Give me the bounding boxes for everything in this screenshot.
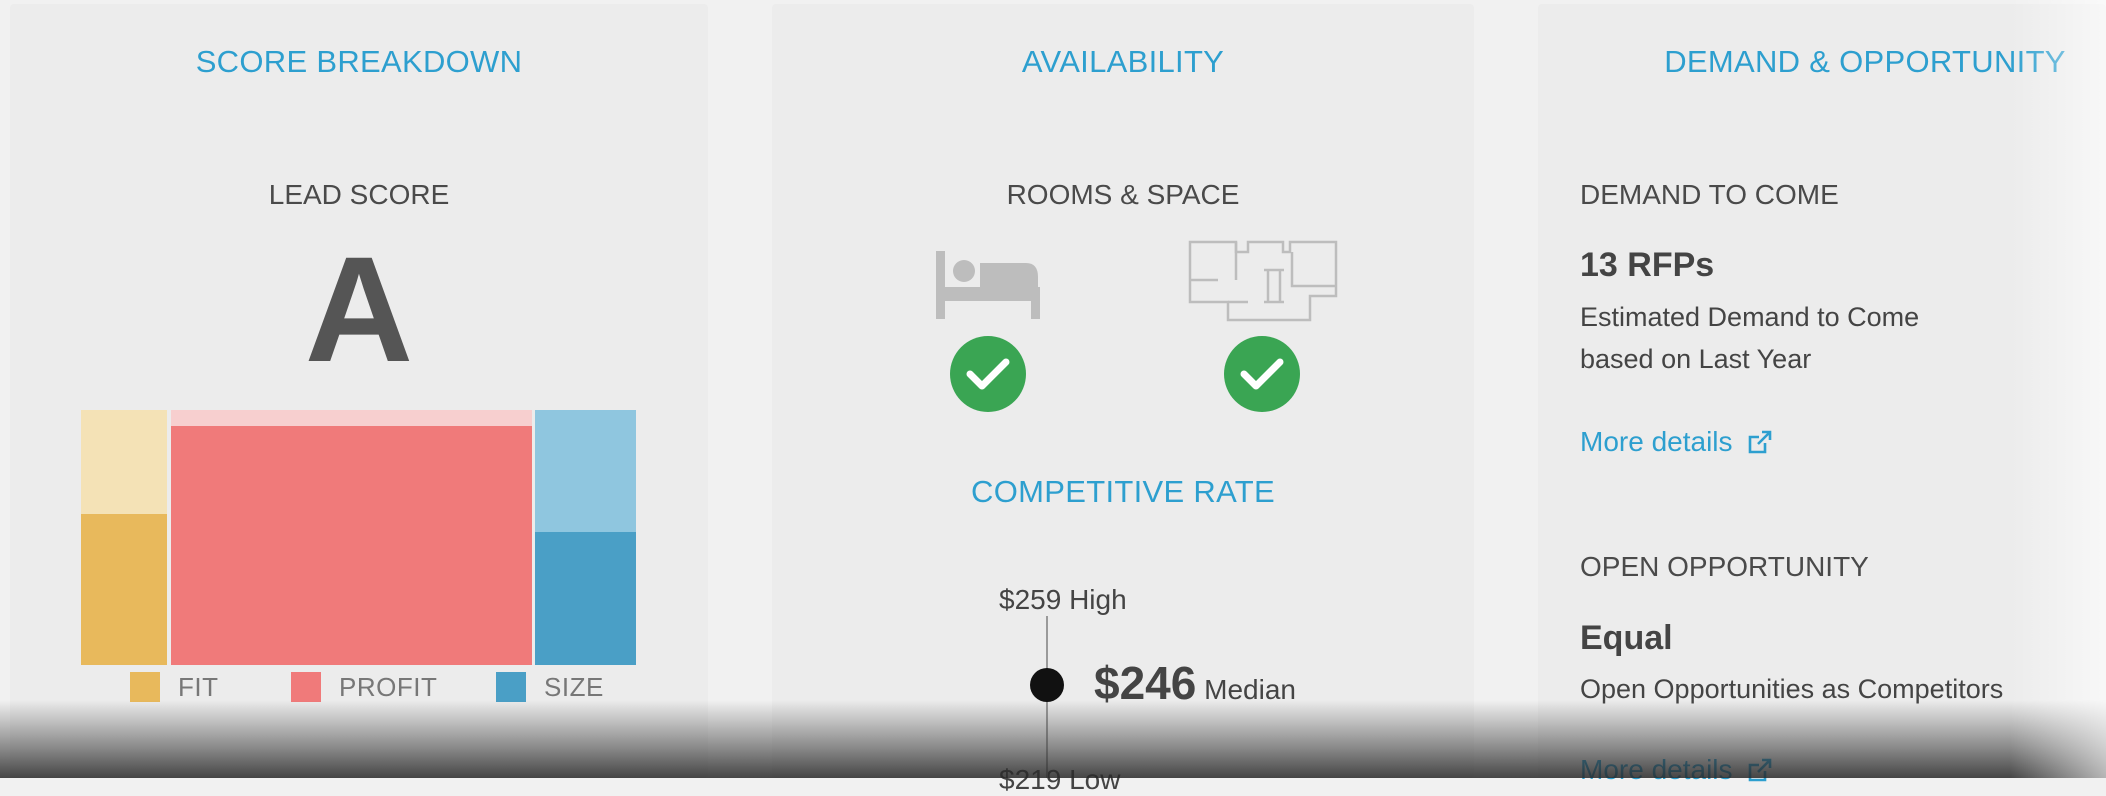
rate-high: $259 High — [999, 584, 1127, 616]
size-block — [535, 532, 636, 665]
space-available-check-icon — [1224, 336, 1300, 412]
rate-median-value: $246 — [1094, 657, 1197, 709]
rate-low: $219 Low — [999, 764, 1120, 796]
external-link-icon — [1748, 758, 1771, 782]
opportunity-desc: Open Opportunities as Competitors — [1580, 674, 2004, 704]
score-breakdown-panel: SCORE BREAKDOWN LEAD SCORE A FIT PROFIT … — [10, 4, 708, 778]
size-swatch — [496, 672, 526, 702]
bed-icon — [936, 251, 1040, 319]
demand-desc-line2: based on Last Year — [1580, 344, 1812, 374]
rate-median-dot — [1030, 668, 1064, 702]
external-link-icon — [1748, 430, 1771, 454]
profit-block-light — [171, 410, 532, 426]
legend-profit-label: PROFIT — [339, 671, 438, 702]
score-breakdown-heading: SCORE BREAKDOWN — [195, 44, 523, 79]
legend-fit: FIT — [130, 672, 219, 702]
fit-block — [81, 514, 167, 665]
open-opportunity-label: OPEN OPPORTUNITY — [1580, 551, 1869, 582]
lead-score-grade: A — [304, 225, 414, 393]
demand-desc-line1: Estimated Demand to Come — [1580, 302, 1920, 332]
fit-block-light — [81, 410, 167, 514]
legend-profit: PROFIT — [291, 672, 437, 702]
availability-heading: AVAILABILITY — [1021, 44, 1225, 79]
fit-swatch — [130, 672, 160, 702]
demand-opportunity-heading: DEMAND & OPPORTUNITY — [1664, 44, 2066, 79]
more-details-link-demand[interactable]: More details — [1580, 426, 1773, 458]
rate-high-label: High — [1069, 584, 1127, 615]
lead-score-label: LEAD SCORE — [268, 179, 450, 210]
rooms-available-check-icon — [950, 336, 1026, 412]
rooms-space-label: ROOMS & SPACE — [1006, 179, 1240, 210]
rfp-count: 13 RFPs — [1580, 246, 1715, 284]
rate-median: $246 Median — [1094, 656, 1296, 710]
opportunity-status: Equal — [1580, 619, 1673, 657]
legend-size-label: SIZE — [544, 671, 604, 702]
competitive-rate-heading: COMPETITIVE RATE — [971, 474, 1275, 509]
more-details-label-opportunity: More details — [1580, 754, 1733, 785]
availability-panel: AVAILABILITY ROOMS & SPACE COMPETITIVE R… — [772, 4, 1474, 795]
floor-plan-icon — [1188, 240, 1338, 322]
rate-low-value: $219 — [999, 764, 1062, 795]
size-block-light — [535, 410, 636, 532]
rate-high-value: $259 — [999, 584, 1062, 615]
more-details-label-demand: More details — [1580, 426, 1733, 457]
more-details-link-opportunity[interactable]: More details — [1580, 754, 1773, 786]
demand-to-come-label: DEMAND TO COME — [1580, 179, 1839, 210]
rate-low-label: Low — [1069, 764, 1121, 795]
legend-size: SIZE — [496, 672, 604, 702]
profit-swatch — [291, 672, 321, 702]
profit-block — [171, 426, 532, 665]
rate-median-label: Median — [1204, 674, 1296, 705]
legend-fit-label: FIT — [178, 671, 219, 702]
demand-opportunity-panel: DEMAND & OPPORTUNITY DEMAND TO COME 13 R… — [1538, 4, 2106, 785]
